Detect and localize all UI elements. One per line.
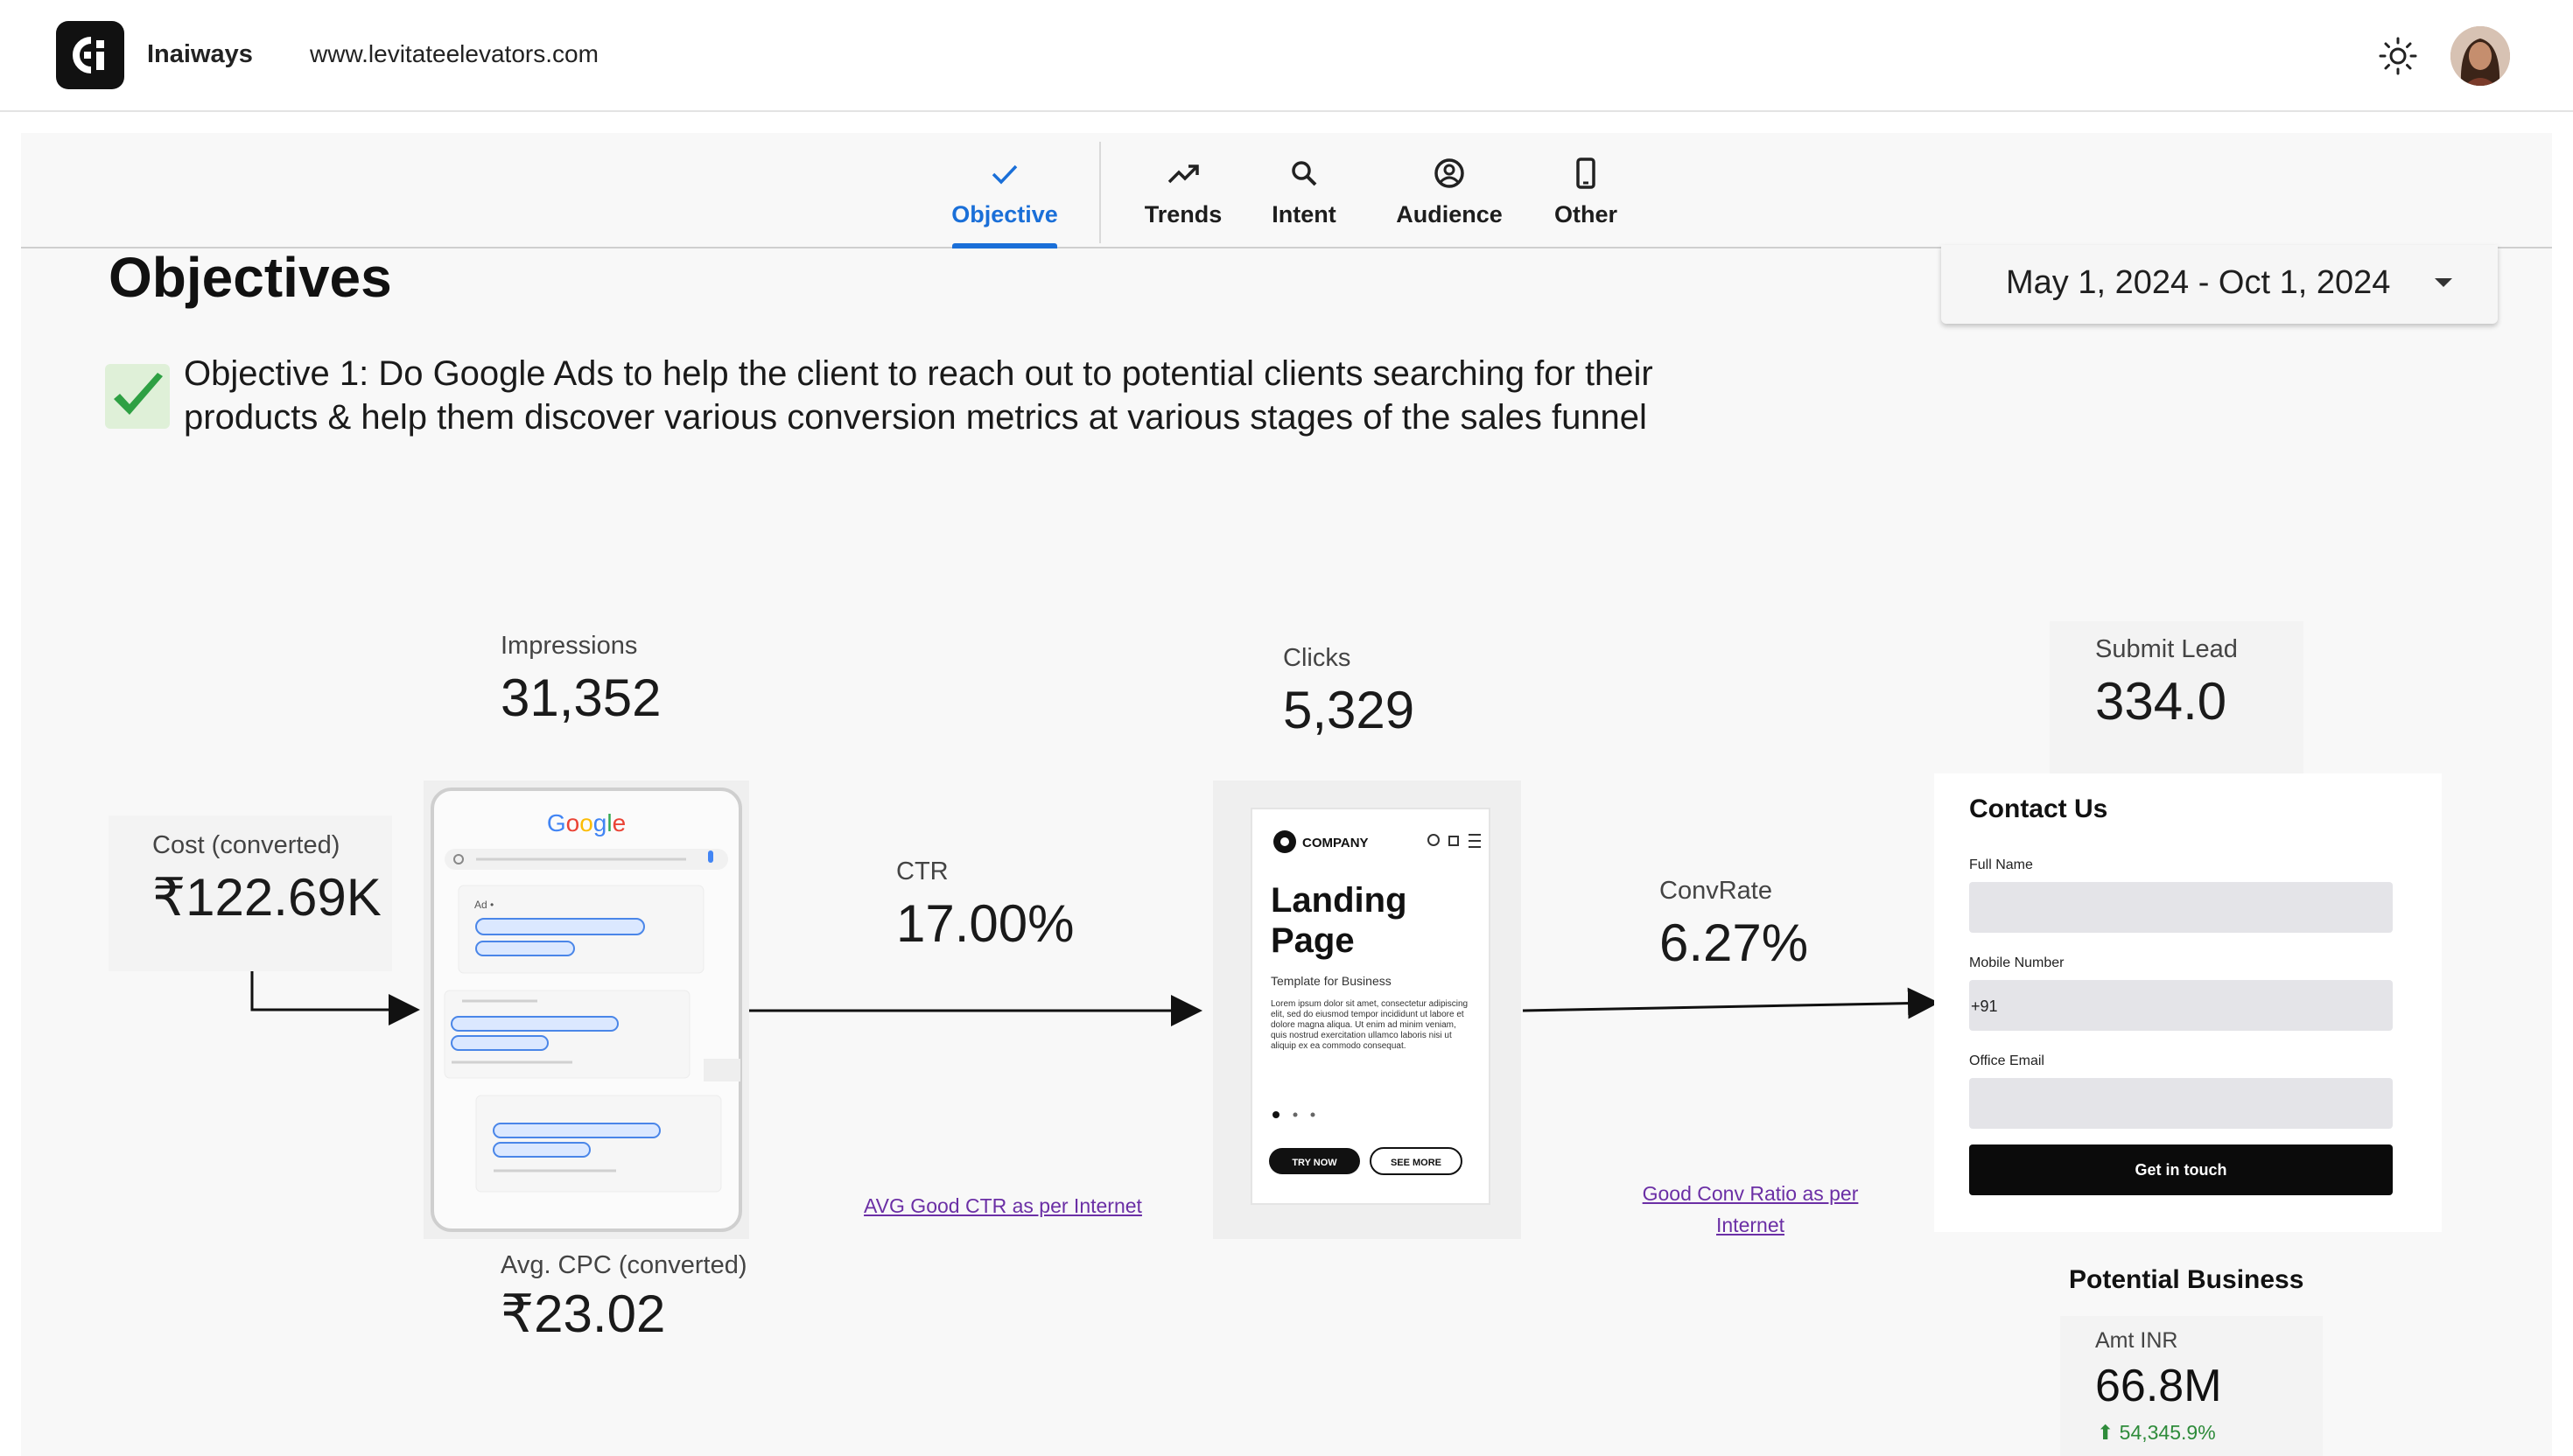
date-range-value: May 1, 2024 - Oct 1, 2024 <box>2006 264 2391 301</box>
clicks-label: Clicks <box>1283 644 1351 672</box>
potential-business-label: Amt INR <box>2095 1328 2178 1353</box>
conv-rate-metric: ConvRate 6.27% <box>1659 877 1808 973</box>
submit-lead-value: 334.0 <box>2095 672 2227 731</box>
cost-value: ₹122.69K <box>152 868 382 927</box>
objective-check-icon <box>105 364 170 429</box>
get-in-touch-button: Get in touch <box>1969 1144 2393 1195</box>
email-label: Office Email <box>1969 1054 2044 1068</box>
google-logo: Google <box>547 809 626 836</box>
landing-title-line1: Landing <box>1271 881 1407 920</box>
landing-page-mockup: COMPANY Landing Page Template for Busine… <box>1251 808 1490 1205</box>
chevron-down-icon <box>2435 278 2452 287</box>
google-ads-illustration: Google Ad • <box>424 780 749 1239</box>
contact-form-illustration: Contact Us Full Name Mobile Number +91 O… <box>1934 774 2442 1232</box>
ctr-value: 17.00% <box>896 894 1075 953</box>
objective-text: Objective 1: Do Google Ads to help the c… <box>184 354 1653 437</box>
ctr-metric: CTR 17.00% <box>896 858 1075 954</box>
see-more-button: SEE MORE <box>1391 1158 1441 1168</box>
tab-intent[interactable]: Intent <box>1267 150 1341 248</box>
person-circle-icon <box>1434 158 1464 188</box>
tab-label: Other <box>1553 201 1617 228</box>
tab-bar: Objective Trends Intent Audience Other <box>21 133 2552 248</box>
impressions-label: Impressions <box>501 632 638 660</box>
impressions-value: 31,352 <box>501 668 662 727</box>
avatar-portrait-icon <box>2450 26 2510 86</box>
potential-business-value: 66.8M <box>2095 1361 2222 1411</box>
arrow-up-icon: ⬆ <box>2097 1421 2120 1444</box>
full-name-field <box>1969 882 2393 933</box>
ctr-reference-link[interactable]: AVG Good CTR as per Internet <box>809 1190 1197 1222</box>
submit-lead-label: Submit Lead <box>2095 635 2238 663</box>
conv-link-line1: Good Conv Ratio as per <box>1642 1182 1859 1205</box>
tab-audience[interactable]: Audience <box>1396 150 1503 248</box>
try-now-button: TRY NOW <box>1292 1158 1337 1168</box>
date-range-select[interactable]: May 1, 2024 - Oct 1, 2024 <box>1941 245 2498 324</box>
avg-cpc-label: Avg. CPC (converted) <box>501 1251 747 1279</box>
tab-objective[interactable]: Objective <box>951 150 1058 248</box>
top-header: Inaiways www.levitateelevators.com <box>0 0 2573 112</box>
conv-rate-label: ConvRate <box>1659 877 1772 905</box>
sun-icon[interactable] <box>2377 35 2419 77</box>
tab-divider <box>1099 142 1101 243</box>
full-name-label: Full Name <box>1969 858 2033 872</box>
tab-label: Trends <box>1144 201 1223 228</box>
google-search-mockup: Google Ad • <box>431 788 742 1232</box>
clicks-metric: Clicks 5,329 <box>1283 644 1414 740</box>
tab-other[interactable]: Other <box>1553 150 1619 248</box>
landing-subtitle: Template for Business <box>1271 974 1392 988</box>
brand-name: Inaiways <box>147 40 253 68</box>
avg-cpc-value: ₹23.02 <box>501 1284 666 1343</box>
impressions-metric: Impressions 31,352 <box>501 632 662 728</box>
page-title: Objectives <box>109 246 392 309</box>
conv-arrow <box>1522 987 1939 1019</box>
trending-up-icon <box>1167 164 1199 184</box>
phone-icon <box>1576 158 1595 189</box>
landing-title-line2: Page <box>1271 921 1355 960</box>
mobile-field: +91 <box>1969 980 2393 1031</box>
landing-body-text: Lorem ipsum dolor sit amet, consectetur … <box>1271 999 1469 1051</box>
app-logo[interactable] <box>56 21 124 89</box>
logo-icon <box>73 37 104 74</box>
cost-metric: Cost (converted) ₹122.69K <box>152 831 382 928</box>
search-icon <box>1292 161 1317 186</box>
ctr-label: CTR <box>896 858 949 886</box>
clicks-value: 5,329 <box>1283 681 1415 739</box>
tab-label: Audience <box>1396 201 1503 228</box>
cost-label: Cost (converted) <box>152 831 340 859</box>
potential-business-card: Amt INR 66.8M ⬆ 54,345.9% <box>2060 1316 2323 1456</box>
email-field <box>1969 1078 2393 1129</box>
avg-cpc-metric: Avg. CPC (converted) ₹23.02 <box>501 1251 747 1345</box>
tab-trends[interactable]: Trends <box>1141 150 1225 248</box>
tab-label: Intent <box>1272 201 1336 228</box>
submit-lead-metric: Submit Lead 334.0 <box>2095 635 2238 732</box>
landing-page-illustration: COMPANY Landing Page Template for Busine… <box>1213 780 1521 1239</box>
tab-label: Objective <box>951 201 1058 228</box>
potential-business-title: Potential Business <box>2069 1265 2304 1294</box>
conv-link-line2: Internet <box>1716 1214 1784 1236</box>
mobile-label: Mobile Number <box>1969 956 2065 970</box>
contact-title: Contact Us <box>1969 794 2108 823</box>
check-icon <box>992 164 1018 185</box>
conv-ratio-reference-link[interactable]: Good Conv Ratio as per Internet <box>1593 1178 1908 1241</box>
change-value: 54,345.9% <box>2119 1421 2216 1444</box>
mobile-field-value: +91 <box>1971 998 1998 1015</box>
ad-tag: Ad • <box>474 899 494 911</box>
site-url: www.levitateelevators.com <box>310 40 599 67</box>
potential-business-change: ⬆ 54,345.9% <box>2097 1421 2216 1445</box>
user-avatar[interactable] <box>2450 26 2510 86</box>
main-panel: Objective Trends Intent Audience Other O… <box>21 133 2552 1456</box>
conv-rate-value: 6.27% <box>1659 914 1809 972</box>
company-name: COMPANY <box>1302 836 1369 850</box>
